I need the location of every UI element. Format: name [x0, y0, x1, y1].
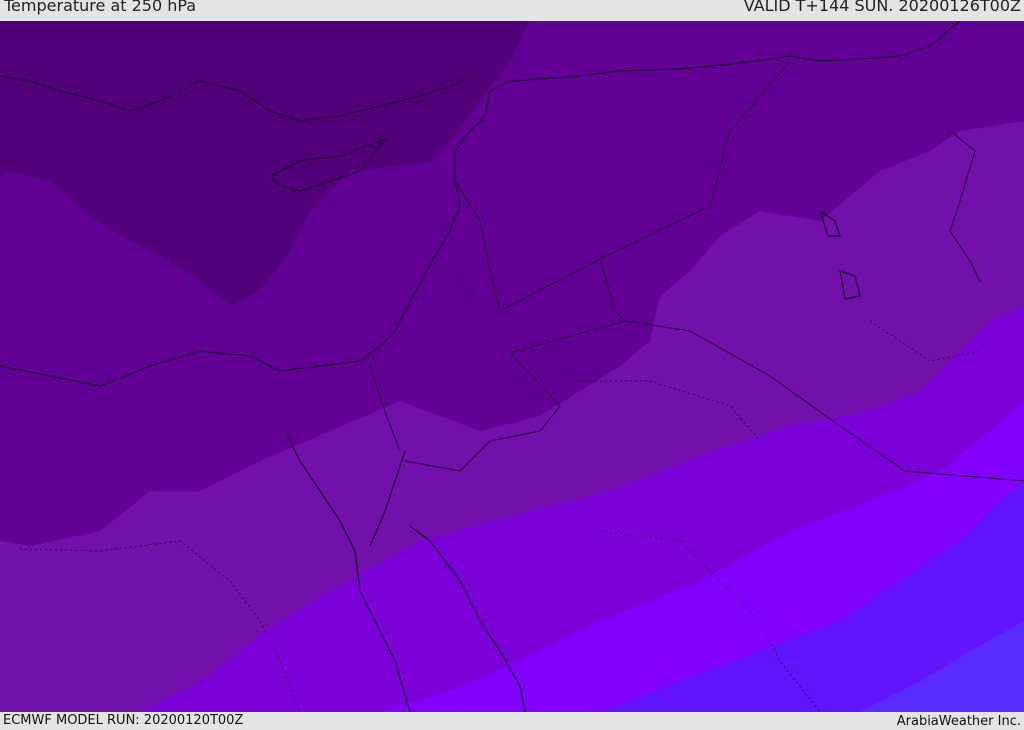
map-canvas	[0, 21, 1024, 712]
weather-map[interactable]	[0, 21, 1024, 712]
footer-bar: ECMWF MODEL RUN: 20200120T00Z ArabiaWeat…	[0, 712, 1024, 729]
map-title: Temperature at 250 hPa	[4, 0, 197, 15]
valid-time: VALID T+144 SUN. 20200126T00Z	[743, 0, 1021, 15]
header-bar: Temperature at 250 hPa VALID T+144 SUN. …	[0, 0, 1024, 21]
credit-label: ArabiaWeather Inc.	[896, 714, 1021, 729]
model-run-label: ECMWF MODEL RUN: 20200120T00Z	[3, 713, 244, 728]
